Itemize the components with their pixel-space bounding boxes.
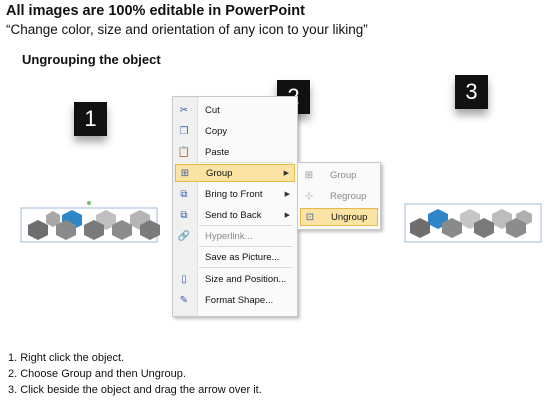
submenu-arrow-icon: ▶ bbox=[284, 191, 290, 198]
menu-item-save-as-picture[interactable]: Save as Picture... bbox=[175, 248, 295, 266]
menu-separator bbox=[199, 225, 293, 226]
menu-item-label: Ungroup bbox=[331, 211, 368, 223]
menu-item-label: Group bbox=[206, 167, 233, 179]
page-title: All images are 100% editable in PowerPoi… bbox=[6, 3, 305, 19]
menu-separator bbox=[199, 246, 293, 247]
copy-icon: ❐ bbox=[179, 125, 189, 137]
menu-item-copy[interactable]: ❐ Copy bbox=[175, 122, 295, 140]
rotate-handle[interactable] bbox=[87, 201, 91, 205]
submenu-item-group[interactable]: ⊞ Group bbox=[300, 166, 378, 184]
menu-item-label: Cut bbox=[205, 104, 220, 116]
group-icon: ⊞ bbox=[180, 167, 190, 179]
instruction-step-3: 3. Click beside the object and drag the … bbox=[8, 384, 262, 396]
menu-item-label: Size and Position... bbox=[205, 273, 287, 285]
menu-item-format-shape[interactable]: ✎ Format Shape... bbox=[175, 291, 295, 309]
section-heading: Ungrouping the object bbox=[22, 52, 161, 67]
menu-item-paste[interactable]: 📋 Paste bbox=[175, 143, 295, 161]
submenu-item-ungroup[interactable]: ⊡ Ungroup bbox=[300, 208, 378, 226]
menu-item-label: Copy bbox=[205, 125, 228, 137]
step-marker-3: 3 bbox=[455, 75, 488, 109]
instruction-step-2: 2. Choose Group and then Ungroup. bbox=[8, 368, 186, 380]
size-position-icon: ▯ bbox=[181, 273, 187, 285]
hyperlink-icon: 🔗 bbox=[177, 230, 191, 242]
hexagon-chain-right[interactable] bbox=[404, 198, 544, 246]
menu-item-group[interactable]: ⊞ Group ▶ bbox=[175, 164, 295, 182]
menu-item-hyperlink[interactable]: 🔗 Hyperlink... bbox=[175, 227, 295, 245]
instructions-list: 1. Right click the object. 2. Choose Gro… bbox=[8, 350, 262, 398]
submenu-item-regroup[interactable]: ⊹ Regroup bbox=[300, 187, 378, 205]
send-to-back-icon: ⧉ bbox=[180, 209, 188, 221]
menu-item-cut[interactable]: ✂ Cut bbox=[175, 101, 295, 119]
menu-item-label: Paste bbox=[205, 146, 230, 158]
menu-item-send-to-back[interactable]: ⧉ Send to Back ▶ bbox=[175, 206, 295, 224]
menu-item-label: Hyperlink... bbox=[205, 230, 253, 242]
regroup-icon: ⊹ bbox=[304, 190, 314, 202]
menu-item-label: Group bbox=[330, 169, 357, 181]
context-menu: ✂ Cut ❐ Copy 📋 Paste ⊞ Group ▶ ⧉ Bring t… bbox=[172, 96, 298, 317]
instruction-step-1: 1. Right click the object. bbox=[8, 352, 125, 364]
menu-item-label: Bring to Front bbox=[205, 188, 263, 200]
hexagon-chain-left[interactable] bbox=[20, 198, 160, 250]
page-subtitle: “Change color, size and orientation of a… bbox=[6, 22, 368, 37]
submenu-arrow-icon: ▶ bbox=[283, 170, 289, 177]
format-shape-icon: ✎ bbox=[179, 294, 189, 306]
menu-item-label: Regroup bbox=[330, 190, 367, 202]
menu-item-label: Format Shape... bbox=[205, 294, 274, 306]
menu-item-size-and-position[interactable]: ▯ Size and Position... bbox=[175, 270, 295, 288]
menu-item-bring-to-front[interactable]: ⧉ Bring to Front ▶ bbox=[175, 185, 295, 203]
paste-icon: 📋 bbox=[177, 146, 191, 158]
group-icon: ⊞ bbox=[304, 169, 314, 181]
menu-item-label: Save as Picture... bbox=[205, 251, 280, 263]
menu-separator bbox=[199, 267, 293, 268]
bring-to-front-icon: ⧉ bbox=[180, 188, 188, 200]
group-submenu: ⊞ Group ⊹ Regroup ⊡ Ungroup bbox=[297, 162, 381, 230]
step-marker-1: 1 bbox=[74, 102, 107, 136]
scissors-icon: ✂ bbox=[179, 104, 189, 116]
menu-item-label: Send to Back bbox=[205, 209, 262, 221]
ungroup-icon: ⊡ bbox=[305, 211, 315, 223]
menu-separator bbox=[199, 162, 293, 163]
submenu-arrow-icon: ▶ bbox=[284, 212, 290, 219]
